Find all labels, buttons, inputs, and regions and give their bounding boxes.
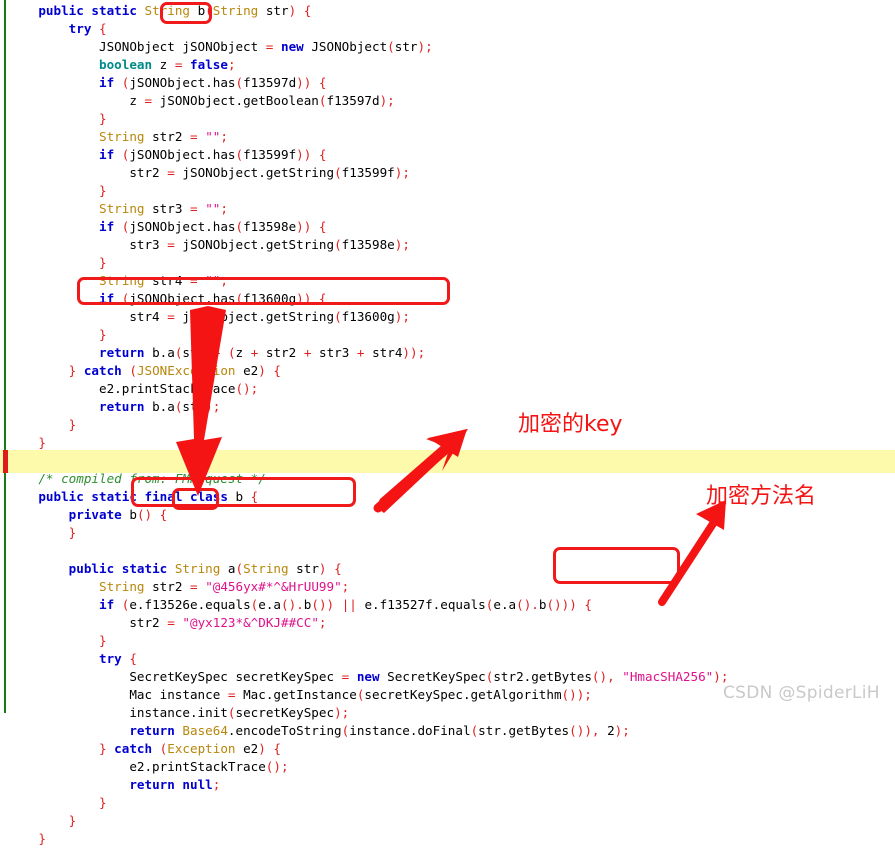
code-line: } xyxy=(38,831,46,846)
code-line: } xyxy=(99,795,107,810)
code-line: return Base64.encodeToString(instance.do… xyxy=(129,723,630,738)
code-line: SecretKeySpec secretKeySpec = new Secret… xyxy=(8,669,729,684)
code-line: public static String a(String str) { xyxy=(68,561,342,576)
code-line: return b.a(str + (z + str2 + str3 + str4… xyxy=(99,345,426,360)
code-line: try { xyxy=(99,651,137,666)
code-line: } catch (Exception e2) { xyxy=(99,741,282,756)
code-line: String str3 = ""; xyxy=(99,201,228,216)
code-line: str4 = jSONObject.getString(f13600g); xyxy=(8,309,410,324)
code-line: if (jSONObject.has(f13600g)) { xyxy=(99,291,327,306)
code-line: try { xyxy=(68,21,107,36)
code-line: str2 = "@yx123*&^DKJ##CC"; xyxy=(8,615,327,630)
code-line: } catch (JSONException e2) { xyxy=(68,363,282,378)
code-line: } xyxy=(68,525,77,540)
code-line: if (jSONObject.has(f13597d)) { xyxy=(99,75,327,90)
code-line: String str2 = "@456yx#*^&HrUU99"; xyxy=(99,579,350,594)
code-line: return b.a(str); xyxy=(99,399,221,414)
code-comment-line: /* compiled from: FMRequest */ xyxy=(38,471,266,486)
code-line: } xyxy=(99,633,107,648)
code-line: if (e.f13526e.equals(e.a().b()) || e.f13… xyxy=(99,597,592,612)
code-line: public static final class b { xyxy=(38,489,259,504)
code-line: str2 = jSONObject.getString(f13599f); xyxy=(8,165,410,180)
code-line: str3 = jSONObject.getString(f13598e); xyxy=(8,237,410,252)
code-line: } xyxy=(99,327,107,342)
code-line: e2.printStackTrace(); xyxy=(8,759,289,774)
code-line: } xyxy=(68,417,77,432)
code-line: public static String b(String str) { xyxy=(38,3,312,18)
code-line: if (jSONObject.has(f13599f)) { xyxy=(99,147,327,162)
code-line: String str2 = ""; xyxy=(99,129,228,144)
code-line: String str4 = ""; xyxy=(99,273,228,288)
code-line: e2.printStackTrace(); xyxy=(8,381,259,396)
code-line: private b() { xyxy=(68,507,168,522)
code-line: instance.init(secretKeySpec); xyxy=(8,705,350,720)
code-editor-surface[interactable]: public static String b(String str) { try… xyxy=(0,0,895,846)
code-line: Mac instance = Mac.getInstance(secretKey… xyxy=(8,687,592,702)
code-line: } xyxy=(99,255,107,270)
code-line: boolean z = false; xyxy=(99,57,236,72)
code-line: } xyxy=(99,111,107,126)
code-line: } xyxy=(38,435,46,450)
editor-gutter-rule xyxy=(4,0,6,713)
code-line: z = jSONObject.getBoolean(f13597d); xyxy=(8,93,395,108)
code-line: JSONObject jSONObject = new JSONObject(s… xyxy=(8,39,433,54)
code-line: if (jSONObject.has(f13598e)) { xyxy=(99,219,327,234)
code-line: } xyxy=(68,813,77,828)
code-line: } xyxy=(99,183,107,198)
code-line: return null; xyxy=(129,777,221,792)
